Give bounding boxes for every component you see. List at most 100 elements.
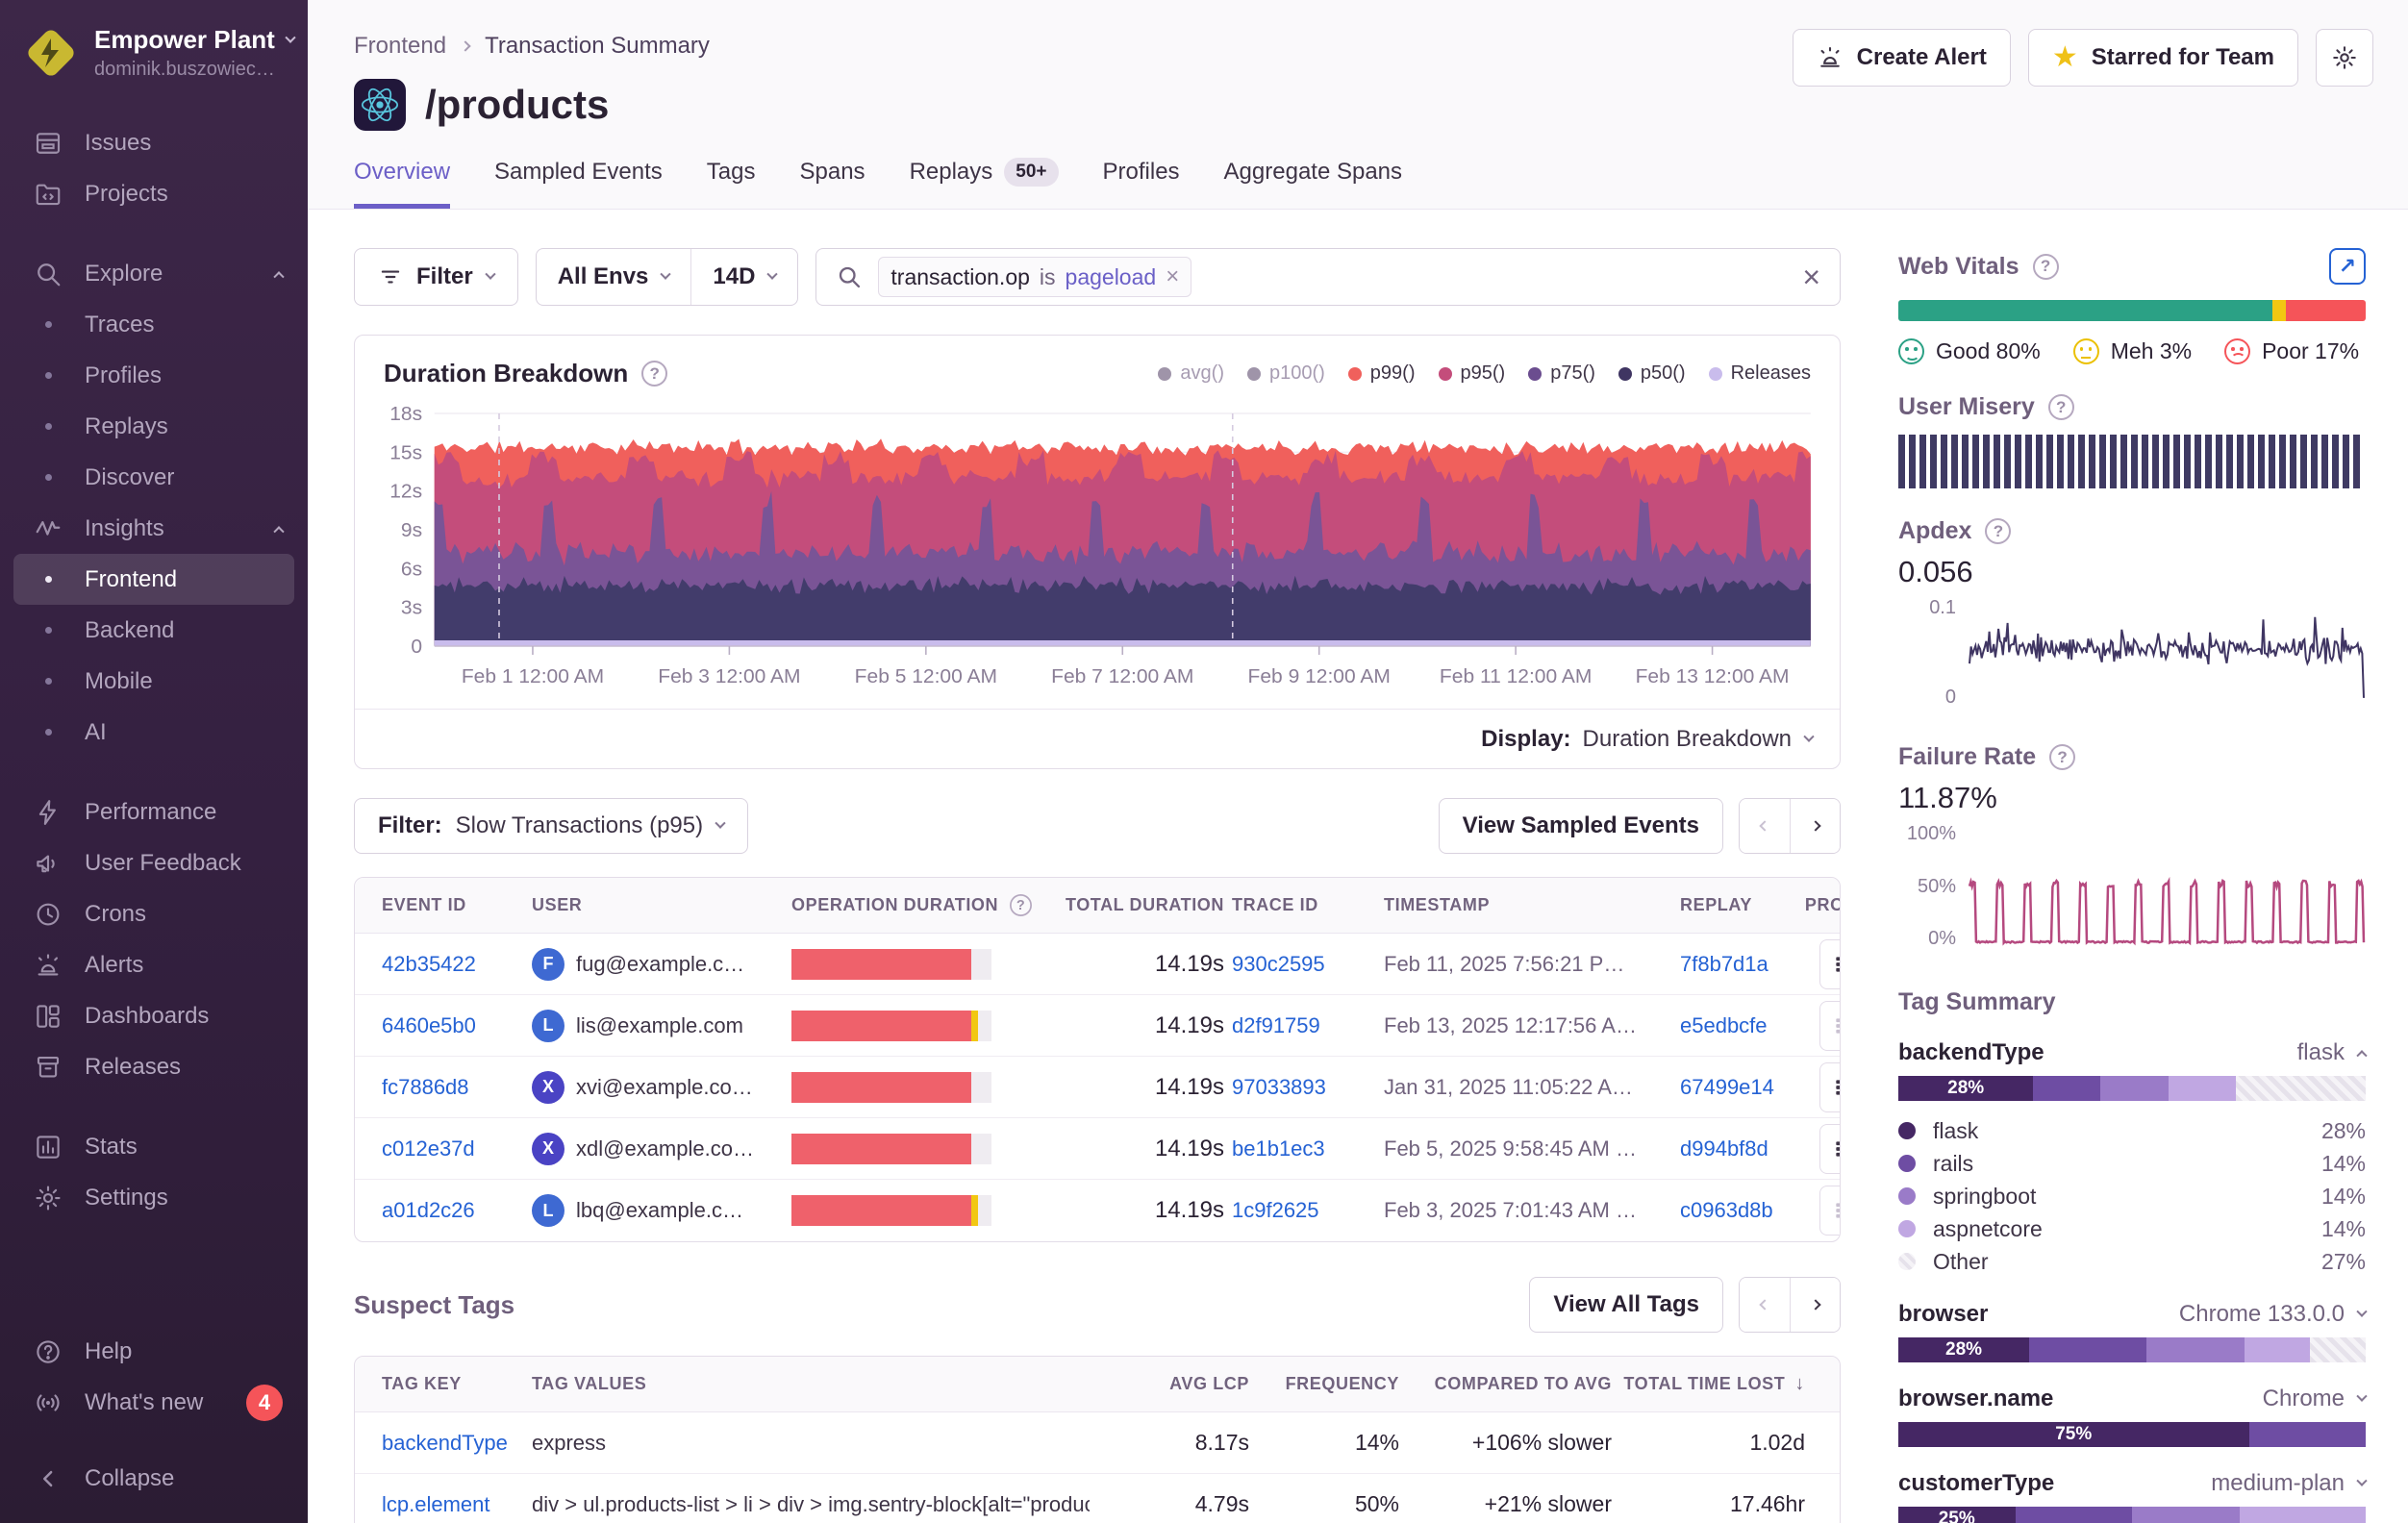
legend-item-p95[interactable]: p95() [1439,362,1506,385]
tag-key-link[interactable]: lcp.element [382,1492,490,1517]
replay-link[interactable]: 7f8b7d1a [1680,952,1768,977]
sidebar-item-replays[interactable]: Replays [0,401,308,452]
sidebar-item-dashboards[interactable]: Dashboards [0,990,308,1041]
sidebar-item-backend[interactable]: Backend [0,605,308,656]
trace-id-link[interactable]: 97033893 [1232,1075,1326,1100]
help-question-icon[interactable]: ? [1985,518,2011,544]
sidebar-item-projects[interactable]: Projects [0,168,308,219]
sidebar-item-issues[interactable]: Issues [0,117,308,168]
replay-link[interactable]: c0963d8b [1680,1198,1773,1223]
sidebar-item-traces[interactable]: Traces [0,299,308,350]
sidebar-item-help[interactable]: Help [0,1326,308,1377]
starred-for-team-button[interactable]: ★ Starred for Team [2028,29,2298,87]
legend-item-p50[interactable]: p50() [1618,362,1686,385]
trace-id-link[interactable]: 1c9f2625 [1232,1198,1319,1223]
settings-button[interactable] [2316,29,2373,87]
sidebar-item-crons[interactable]: Crons [0,888,308,939]
sidebar-item-insights[interactable]: Insights [0,503,308,554]
replay-link[interactable]: e5edbcfe [1680,1013,1768,1038]
next-page-button[interactable] [1790,1278,1840,1332]
tag-dropdown[interactable]: Chrome 133.0.0 [2179,1301,2366,1328]
profile-button[interactable] [1819,1001,1841,1051]
trace-id-link[interactable]: 930c2595 [1232,952,1325,977]
profile-button[interactable] [1819,1062,1841,1112]
profile-button[interactable] [1819,939,1841,989]
date-range-selector[interactable]: 14D [690,249,797,305]
event-id-link[interactable]: 42b35422 [382,952,476,977]
tag-legend-row[interactable]: springboot14% [1898,1180,2366,1212]
tab-sampled-events[interactable]: Sampled Events [494,158,663,209]
token-remove-icon[interactable]: × [1166,263,1179,290]
legend-item-p100[interactable]: p100() [1247,362,1325,385]
apdex-trend-chart[interactable] [1968,597,2366,709]
tag-distribution-bar[interactable]: 28% [1898,1076,2366,1101]
tag-distribution-bar[interactable]: 25% [1898,1507,2366,1523]
sidebar-item-explore[interactable]: Explore [0,248,308,299]
tag-legend-row[interactable]: rails14% [1898,1147,2366,1180]
tab-profiles[interactable]: Profiles [1103,158,1180,209]
open-in-new-icon[interactable]: ↗ [2329,248,2366,285]
tag-legend-row[interactable]: flask28% [1898,1114,2366,1147]
tab-overview[interactable]: Overview [354,158,450,209]
legend-item-p75[interactable]: p75() [1528,362,1595,385]
sidebar-item-what-s-new[interactable]: What's new4 [0,1377,308,1428]
prev-page-button[interactable] [1740,1278,1790,1332]
sidebar-item-releases[interactable]: Releases [0,1041,308,1092]
help-question-icon[interactable]: ? [2049,744,2075,770]
replay-link[interactable]: d994bf8d [1680,1136,1768,1161]
transactions-filter-button[interactable]: Filter: Slow Transactions (p95) [354,798,748,854]
sidebar-item-mobile[interactable]: Mobile [0,656,308,707]
trace-id-link[interactable]: be1b1ec3 [1232,1136,1325,1161]
sidebar-item-discover[interactable]: Discover [0,452,308,503]
sidebar-item-alerts[interactable]: Alerts [0,939,308,990]
breadcrumb-frontend[interactable]: Frontend [354,33,446,60]
event-id-link[interactable]: 6460e5b0 [382,1013,476,1038]
trace-id-link[interactable]: d2f91759 [1232,1013,1320,1038]
sidebar-item-performance[interactable]: Performance [0,786,308,837]
profile-button[interactable] [1819,1186,1841,1236]
sidebar-item-settings[interactable]: Settings [0,1172,308,1223]
help-question-icon[interactable]: ? [2048,394,2074,420]
tag-dropdown[interactable]: flask [2297,1039,2366,1066]
event-id-link[interactable]: fc7886d8 [382,1075,469,1100]
event-id-link[interactable]: a01d2c26 [382,1198,475,1223]
legend-item-p99[interactable]: p99() [1348,362,1416,385]
sidebar-item-stats[interactable]: Stats [0,1121,308,1172]
org-switcher[interactable]: Empower Plant dominik.buszowiec… [0,25,308,81]
help-question-icon[interactable]: ? [1010,894,1032,916]
view-all-tags-button[interactable]: View All Tags [1529,1277,1723,1333]
duration-breakdown-chart[interactable]: 03s6s9s12s15s18sFeb 1 12:00 AMFeb 3 12:0… [380,398,1815,704]
sidebar-item-user-feedback[interactable]: User Feedback [0,837,308,888]
sidebar-item-collapse[interactable]: Collapse [0,1453,308,1504]
prev-page-button[interactable] [1740,799,1790,853]
tag-legend-row[interactable]: Other27% [1898,1245,2366,1278]
tag-distribution-bar[interactable]: 28% [1898,1337,2366,1362]
event-id-link[interactable]: c012e37d [382,1136,475,1161]
tag-legend-row[interactable]: aspnetcore14% [1898,1212,2366,1245]
tab-replays[interactable]: Replays50+ [910,158,1059,209]
sort-descending-icon[interactable]: ↓ [1794,1373,1805,1395]
help-question-icon[interactable]: ? [2033,254,2059,280]
legend-item-avg[interactable]: avg() [1158,362,1224,385]
search-clear-icon[interactable]: × [1802,262,1820,292]
tag-distribution-bar[interactable]: 75% [1898,1422,2366,1447]
environment-selector[interactable]: All Envs [537,249,691,305]
search-token[interactable]: transaction.op is pageload × [878,257,1191,297]
tag-dropdown[interactable]: medium-plan [2211,1470,2366,1497]
replay-link[interactable]: 67499e14 [1680,1075,1774,1100]
display-selector[interactable]: Duration Breakdown [1583,726,1813,753]
sidebar-item-ai[interactable]: AI [0,707,308,758]
tab-spans[interactable]: Spans [800,158,865,209]
filter-button[interactable]: Filter [354,248,518,306]
sidebar-item-frontend[interactable]: Frontend [13,554,294,605]
user-misery-chart[interactable] [1898,435,2366,488]
view-sampled-events-button[interactable]: View Sampled Events [1439,798,1723,854]
search-input[interactable]: transaction.op is pageload × × [815,248,1841,306]
help-question-icon[interactable]: ? [641,361,667,387]
profile-button[interactable] [1819,1124,1841,1174]
next-page-button[interactable] [1790,799,1840,853]
tag-key-link[interactable]: backendType [382,1431,508,1456]
tab-aggregate-spans[interactable]: Aggregate Spans [1224,158,1402,209]
failure-rate-trend-chart[interactable] [1968,823,2366,950]
sidebar-item-profiles[interactable]: Profiles [0,350,308,401]
